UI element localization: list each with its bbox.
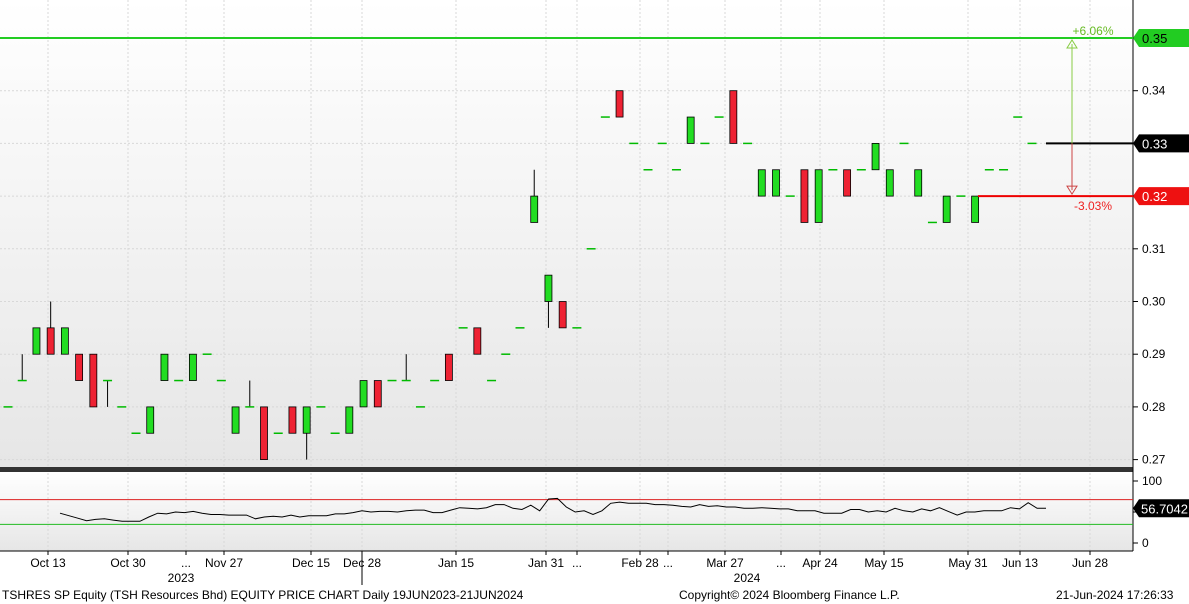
candle-body [60,327,69,355]
x-tick-label: ... [181,556,191,570]
candle-body [544,274,553,302]
candle-body [359,380,368,408]
upside-percent-label: +6.06% [1072,24,1113,38]
rsi-panel-background [0,473,1133,551]
x-tick-label: May 15 [864,556,904,570]
x-tick-label: ... [572,556,582,570]
target-high-tag-label: 0.35 [1142,31,1167,46]
candle-body [46,327,55,355]
price-tick-label: 0.31 [1142,242,1166,256]
candle-body [444,353,453,381]
chart-description: TSHRES SP Equity (TSH Resources Bhd) EQU… [2,588,524,602]
x-tick-label: Mar 27 [706,556,744,570]
candle-body [914,169,923,197]
rsi-tick-label: 100 [1142,474,1162,488]
downside-percent-label: -3.03% [1074,199,1112,213]
price-tick-label: 0.28 [1142,400,1166,414]
price-tick-label: 0.29 [1142,347,1166,361]
candle-body [288,406,297,434]
candle-body [260,406,268,460]
candle-body [800,169,809,223]
x-tick-label: Oct 30 [110,556,146,570]
year-label-2023: 2023 [168,571,195,585]
candle-body [729,90,738,144]
x-tick-label: Jan 31 [528,556,564,570]
candle-body [971,195,980,223]
price-tick-label: 0.27 [1142,453,1166,467]
candle-body [32,327,41,355]
last-price-tag-label: 0.33 [1142,136,1167,151]
year-label-2024: 2024 [734,571,761,585]
candle-body [757,169,766,197]
candle-body [188,353,197,381]
x-tick-label: Jan 15 [438,556,474,570]
candle-body [160,353,169,381]
x-tick-label: ... [776,556,786,570]
copyright-notice: Copyright© 2024 Bloomberg Finance L.P. [679,588,900,602]
candle-body [302,406,311,434]
candle-body [530,195,539,223]
x-tick-label: Apr 24 [802,556,838,570]
candle-body [345,406,354,434]
rsi-tick-label: 0 [1142,536,1149,550]
x-tick-label: ... [663,556,673,570]
x-tick-label: Oct 13 [30,556,66,570]
candle-body [871,142,880,171]
candle-body [843,169,852,197]
candle-body [686,116,695,144]
x-tick-label: Jun 28 [1072,556,1108,570]
candle-body [558,301,567,329]
target-low-tag-label: 0.32 [1142,189,1167,204]
candle-body [89,353,98,408]
price-panel-background [0,0,1133,467]
timestamp: 21-Jun-2024 17:26:33 [1056,588,1174,602]
candle-body [615,90,624,118]
x-tick-label: Jun 13 [1002,556,1038,570]
candle-body [146,406,155,434]
rsi-last-value-label: 56.7042 [1141,501,1188,516]
candle-body [373,380,382,408]
candle-body [473,327,482,355]
candle-body [885,169,894,197]
candle-body [942,195,951,223]
x-tick-label: Nov 27 [205,556,243,570]
candle-body [231,406,240,434]
panel-separator [0,467,1133,472]
price-tick-label: 0.34 [1142,84,1166,98]
price-chart: +6.06% -3.03% 0.34 0.31 0.30 0.29 0.28 0.27 0.35… [0,0,1189,585]
candle-body [772,169,780,197]
candle-body [75,353,84,381]
x-tick-label: Feb 28 [621,556,659,570]
candle-body [814,169,823,223]
x-tick-label: May 31 [948,556,988,570]
x-tick-label: Dec 15 [292,556,330,570]
price-tick-label: 0.30 [1142,295,1166,309]
